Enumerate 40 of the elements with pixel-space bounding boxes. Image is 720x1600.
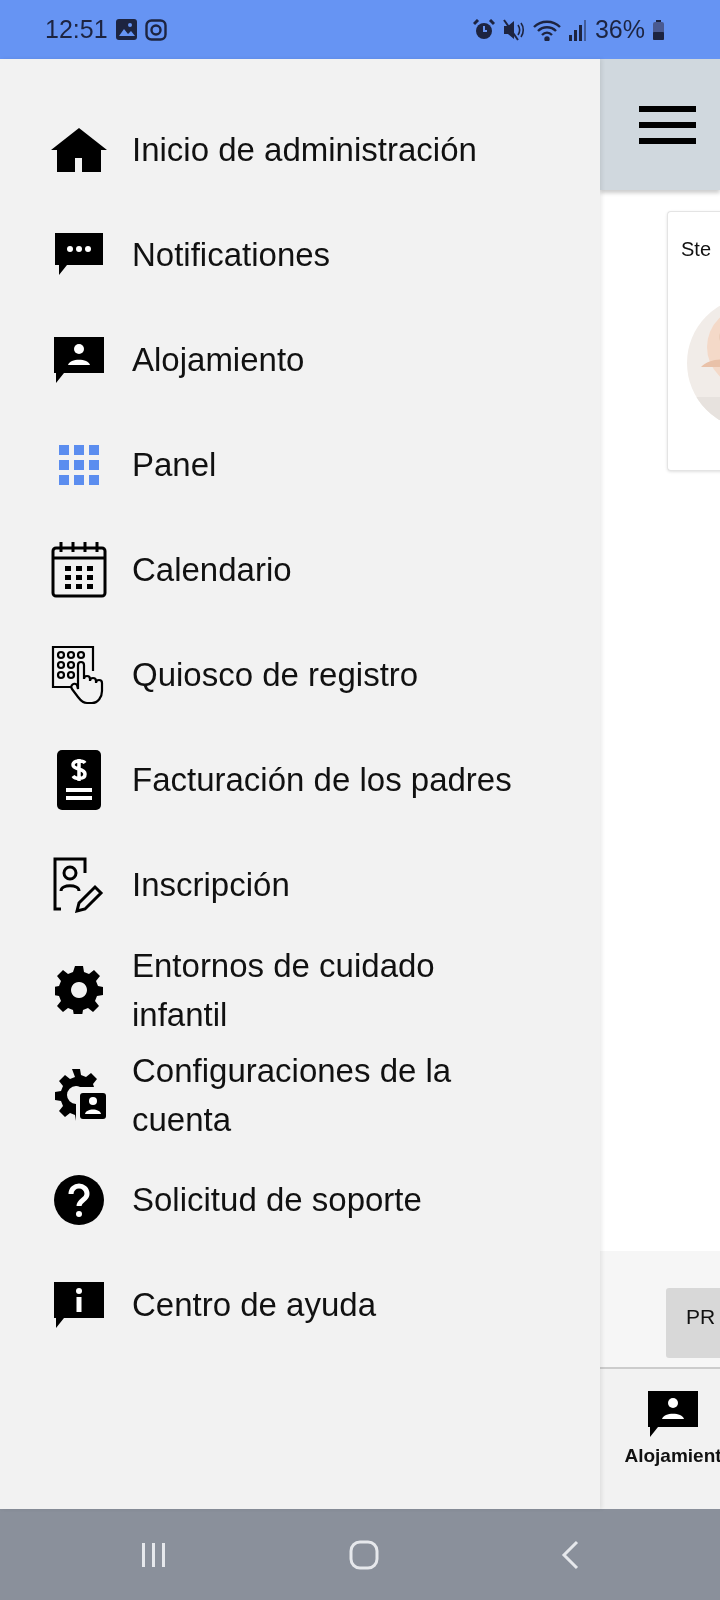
camera-icon [144,18,167,41]
menu-item[interactable]: Facturación de los padres [0,727,600,832]
gear-person-icon [52,1068,106,1121]
calendar-icon [51,541,107,598]
menu-item[interactable]: Notificationes [0,202,600,307]
back-icon[interactable] [561,1539,579,1570]
person-edit-icon [53,856,105,913]
menu-item[interactable]: Alojamiento [0,307,600,412]
menu-icon[interactable] [639,105,696,144]
menu-item[interactable]: Inscripción [0,832,600,937]
wifi-icon [532,18,561,41]
grid-icon [59,444,99,485]
image-icon [115,19,137,40]
menu-item[interactable]: Inicio de administración [0,97,600,202]
chat-person-icon [648,1391,698,1437]
profile-card[interactable]: Ste [667,211,720,471]
signal-icon [568,18,587,41]
home-icon[interactable] [349,1539,379,1570]
house-icon [51,127,107,172]
battery-icon [653,19,664,40]
info-bubble-icon [54,1281,104,1328]
menu-item[interactable]: Entornos de cuidado infantil [0,937,600,1042]
person-name: Ste [681,238,712,261]
battery-percent: 36% [594,15,645,44]
menu-item[interactable]: Quiosco de registro [0,622,600,727]
menu-item[interactable]: Calendario [0,517,600,622]
help-icon [54,1174,104,1225]
alarm-icon [472,18,495,41]
chat-bubble-icon [55,232,103,277]
menu-item[interactable]: Configuraciones de la cuenta [0,1042,600,1147]
settings-icon [55,965,103,1014]
recent-apps-icon[interactable] [141,1541,167,1568]
menu-item[interactable]: Centro de ayuda [0,1252,600,1357]
chat-person-icon [54,336,104,383]
menu-item[interactable]: Panel [0,412,600,517]
mute-icon [502,18,525,41]
bill-icon [57,749,101,810]
action-button[interactable]: PR [666,1288,720,1358]
menu-item[interactable]: Solicitud de soporte [0,1147,600,1252]
clock-time: 12:51 [45,15,108,44]
